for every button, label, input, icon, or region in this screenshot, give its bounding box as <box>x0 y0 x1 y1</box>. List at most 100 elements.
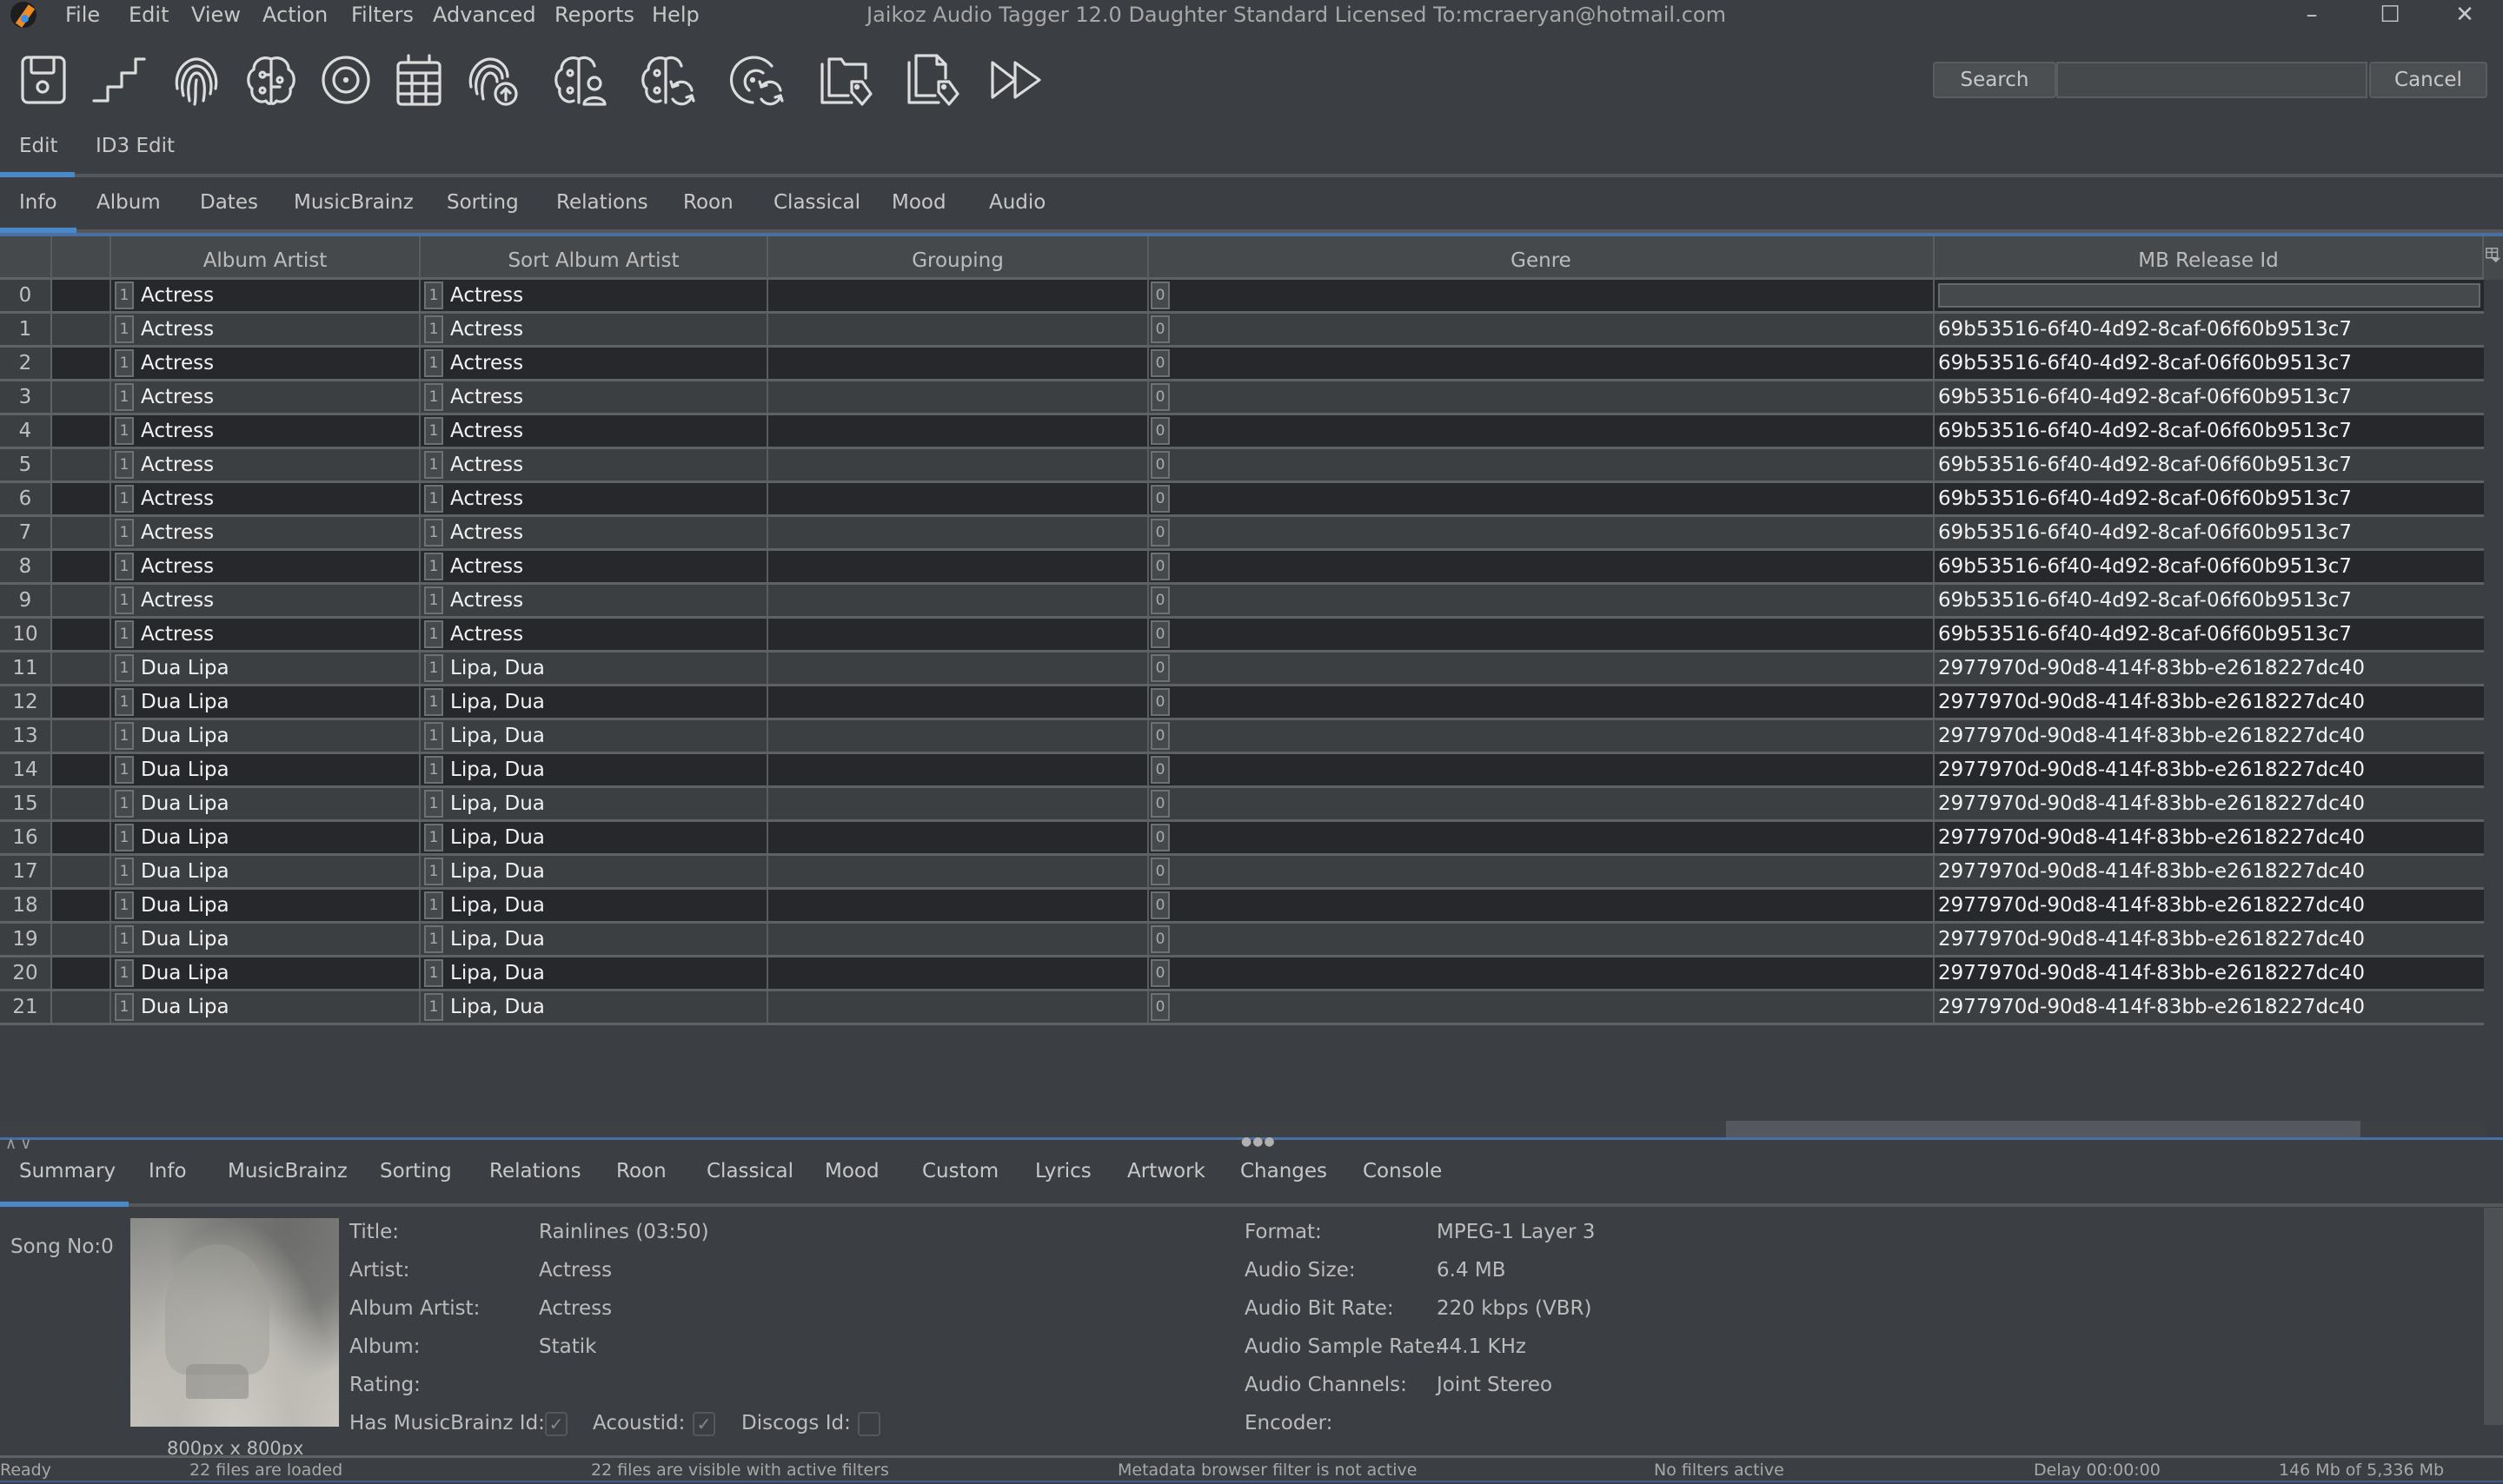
row-number[interactable]: 1 <box>0 314 52 345</box>
row-status-cell[interactable] <box>52 822 111 853</box>
grouping-cell[interactable] <box>768 686 1149 718</box>
brain-button[interactable] <box>240 49 302 111</box>
genre-cell[interactable]: 0 <box>1149 415 1935 447</box>
genre-cell[interactable]: 0 <box>1149 585 1935 616</box>
album-artist-cell[interactable]: 1 Dua Lipa <box>111 957 421 989</box>
header-grouping[interactable]: Grouping <box>768 236 1149 280</box>
fingerprint-upload-button[interactable] <box>461 49 523 111</box>
row-number[interactable]: 17 <box>0 856 52 887</box>
genre-cell[interactable]: 0 <box>1149 991 1935 1023</box>
row-status-cell[interactable] <box>52 348 111 379</box>
row-number[interactable]: 19 <box>0 924 52 955</box>
menu-reports[interactable]: Reports <box>554 2 634 28</box>
genre-cell[interactable]: 0 <box>1149 314 1935 345</box>
menu-action[interactable]: Action <box>262 2 328 28</box>
tab-detail-info[interactable]: Info <box>149 1158 187 1184</box>
album-artist-cell[interactable]: 1 Actress <box>111 449 421 480</box>
sort-album-artist-cell[interactable]: 1 Actress <box>421 449 768 480</box>
genre-cell[interactable]: 0 <box>1149 720 1935 752</box>
grouping-cell[interactable] <box>768 720 1149 752</box>
mb-release-id-cell[interactable]: 69b53516-6f40-4d92-8caf-06f60b9513c7 <box>1935 619 2484 650</box>
search-button[interactable]: Search <box>1933 62 2056 98</box>
mb-release-id-cell[interactable]: 69b53516-6f40-4d92-8caf-06f60b9513c7 <box>1935 381 2484 413</box>
tab-mood[interactable]: Mood <box>892 189 946 215</box>
table-row[interactable]: 17 1 Dua Lipa 1 Lipa, Dua 0 2977970d-90d8-414f… <box>0 856 2484 890</box>
album-artist-cell[interactable]: 1 Actress <box>111 551 421 582</box>
sort-album-artist-cell[interactable]: 1 Actress <box>421 619 768 650</box>
tab-detail-relations[interactable]: Relations <box>489 1158 581 1184</box>
genre-cell[interactable]: 0 <box>1149 619 1935 650</box>
genre-cell[interactable]: 0 <box>1149 653 1935 684</box>
mb-release-id-cell[interactable]: 69b53516-6f40-4d92-8caf-06f60b9513c7 <box>1935 483 2484 514</box>
row-number[interactable]: 10 <box>0 619 52 650</box>
row-number[interactable]: 12 <box>0 686 52 718</box>
sort-album-artist-cell[interactable]: 1 Actress <box>421 551 768 582</box>
grouping-cell[interactable] <box>768 348 1149 379</box>
mb-release-id-cell[interactable]: 2977970d-90d8-414f-83bb-e2618227dc40 <box>1935 686 2484 718</box>
sort-album-artist-cell[interactable]: 1 Actress <box>421 280 768 311</box>
close-button[interactable]: ✕ <box>2430 0 2500 31</box>
chevron-up-icon[interactable]: ∧ <box>5 1135 20 1153</box>
album-artist-cell[interactable]: 1 Dua Lipa <box>111 991 421 1023</box>
table-row[interactable]: 16 1 Dua Lipa 1 Lipa, Dua 0 2977970d-90d8-414f… <box>0 822 2484 856</box>
sort-album-artist-cell[interactable]: 1 Lipa, Dua <box>421 991 768 1023</box>
row-status-cell[interactable] <box>52 890 111 921</box>
table-row[interactable]: 8 1 Actress 1 Actress 0 69b53516-6f40-4d92-8ca… <box>0 551 2484 585</box>
genre-cell[interactable]: 0 <box>1149 686 1935 718</box>
maximize-button[interactable]: ☐ <box>2355 0 2425 31</box>
row-number[interactable]: 4 <box>0 415 52 447</box>
sort-album-artist-cell[interactable]: 1 Lipa, Dua <box>421 686 768 718</box>
table-row[interactable]: 4 1 Actress 1 Actress 0 69b53516-6f40-4d92-8ca… <box>0 415 2484 449</box>
grouping-cell[interactable] <box>768 754 1149 785</box>
sort-album-artist-cell[interactable]: 1 Lipa, Dua <box>421 788 768 819</box>
stairs-button[interactable] <box>87 49 149 111</box>
row-number[interactable]: 21 <box>0 991 52 1023</box>
mb-release-id-cell[interactable]: 2977970d-90d8-414f-83bb-e2618227dc40 <box>1935 754 2484 785</box>
menu-view[interactable]: View <box>191 2 241 28</box>
table-row[interactable]: 7 1 Actress 1 Actress 0 69b53516-6f40-4d92-8ca… <box>0 517 2484 551</box>
table-row[interactable]: 15 1 Dua Lipa 1 Lipa, Dua 0 2977970d-90d8-414f… <box>0 788 2484 822</box>
row-number[interactable]: 3 <box>0 381 52 413</box>
grouping-cell[interactable] <box>768 280 1149 311</box>
sort-album-artist-cell[interactable]: 1 Actress <box>421 517 768 548</box>
grouping-cell[interactable] <box>768 957 1149 989</box>
sort-album-artist-cell[interactable]: 1 Lipa, Dua <box>421 822 768 853</box>
album-artist-cell[interactable]: 1 Actress <box>111 314 421 345</box>
table-row[interactable]: 5 1 Actress 1 Actress 0 69b53516-6f40-4d92-8ca… <box>0 449 2484 483</box>
row-number[interactable]: 2 <box>0 348 52 379</box>
minimize-button[interactable]: – <box>2277 0 2347 31</box>
table-row[interactable]: 3 1 Actress 1 Actress 0 69b53516-6f40-4d92-8ca… <box>0 381 2484 415</box>
grouping-cell[interactable] <box>768 991 1149 1023</box>
sort-album-artist-cell[interactable]: 1 Actress <box>421 415 768 447</box>
row-number[interactable]: 20 <box>0 957 52 989</box>
grouping-cell[interactable] <box>768 924 1149 955</box>
row-status-cell[interactable] <box>52 991 111 1023</box>
mb-release-id-cell[interactable]: 69b53516-6f40-4d92-8caf-06f60b9513c7 <box>1935 585 2484 616</box>
row-number[interactable]: 9 <box>0 585 52 616</box>
mb-release-id-cell[interactable]: 2977970d-90d8-414f-83bb-e2618227dc40 <box>1935 788 2484 819</box>
header-genre[interactable]: Genre <box>1149 236 1935 280</box>
sort-album-artist-cell[interactable]: 1 Actress <box>421 585 768 616</box>
row-status-cell[interactable] <box>52 653 111 684</box>
header-status[interactable] <box>52 236 111 280</box>
discogs-id-checkbox[interactable] <box>858 1412 880 1436</box>
table-row[interactable]: 1 1 Actress 1 Actress 0 69b53516-6f40-4d92-8ca… <box>0 314 2484 348</box>
tab-detail-mood[interactable]: Mood <box>825 1158 880 1184</box>
album-artist-cell[interactable]: 1 Actress <box>111 348 421 379</box>
tab-detail-lyrics[interactable]: Lyrics <box>1035 1158 1092 1184</box>
menu-filters[interactable]: Filters <box>351 2 414 28</box>
genre-cell[interactable]: 0 <box>1149 280 1935 311</box>
genre-cell[interactable]: 0 <box>1149 754 1935 785</box>
genre-cell[interactable]: 0 <box>1149 483 1935 514</box>
genre-cell[interactable]: 0 <box>1149 856 1935 887</box>
album-artist-cell[interactable]: 1 Actress <box>111 381 421 413</box>
menu-file[interactable]: File <box>65 2 100 28</box>
tab-detail-console[interactable]: Console <box>1363 1158 1442 1184</box>
row-status-cell[interactable] <box>52 449 111 480</box>
sort-album-artist-cell[interactable]: 1 Lipa, Dua <box>421 957 768 989</box>
row-status-cell[interactable] <box>52 619 111 650</box>
file-tag-button[interactable] <box>900 49 963 111</box>
search-input[interactable] <box>2056 62 2367 98</box>
mb-release-id-cell[interactable] <box>1935 280 2484 311</box>
tab-id3-edit[interactable]: ID3 Edit <box>96 133 175 159</box>
